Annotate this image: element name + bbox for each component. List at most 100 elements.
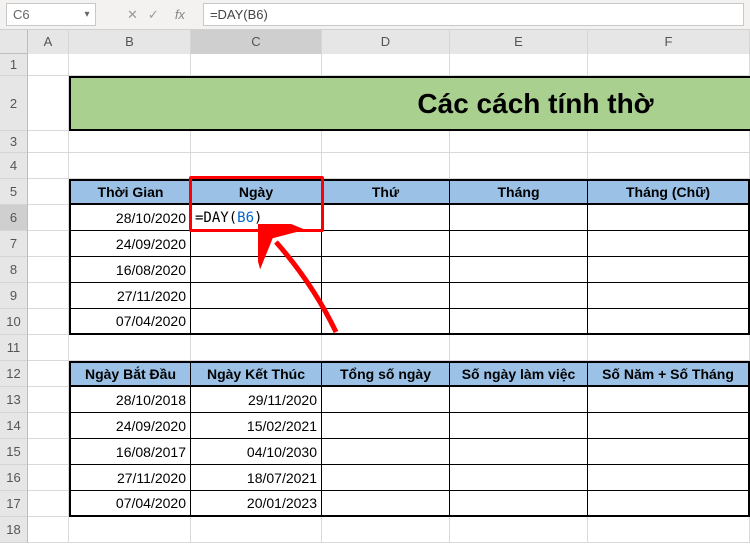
cell[interactable]: [28, 309, 69, 335]
cell[interactable]: [588, 439, 750, 465]
select-all-corner[interactable]: [0, 30, 28, 54]
cell[interactable]: [588, 54, 750, 76]
row-header-11[interactable]: 11: [0, 335, 27, 361]
row-header-18[interactable]: 18: [0, 517, 27, 543]
cell[interactable]: [28, 335, 69, 361]
row-header-10[interactable]: 10: [0, 309, 27, 335]
cell-B6[interactable]: 28/10/2020: [69, 205, 191, 231]
formula-input[interactable]: =DAY(B6): [203, 3, 744, 26]
cell[interactable]: [322, 491, 450, 517]
cell[interactable]: [450, 387, 588, 413]
col-header-E[interactable]: E: [450, 30, 588, 54]
cell[interactable]: [191, 309, 322, 335]
cell[interactable]: [28, 491, 69, 517]
row-header-12[interactable]: 12: [0, 361, 27, 387]
cell[interactable]: [450, 153, 588, 179]
cell-B14[interactable]: 24/09/2020: [69, 413, 191, 439]
cell[interactable]: [191, 153, 322, 179]
cell[interactable]: [69, 153, 191, 179]
col-header-A[interactable]: A: [28, 30, 69, 54]
cell[interactable]: [191, 257, 322, 283]
cell[interactable]: [28, 257, 69, 283]
row-header-9[interactable]: 9: [0, 283, 27, 309]
cell[interactable]: [69, 517, 191, 543]
cell[interactable]: [588, 153, 750, 179]
cell[interactable]: [322, 335, 450, 361]
cell[interactable]: [28, 231, 69, 257]
cell[interactable]: [450, 283, 588, 309]
cell[interactable]: [191, 231, 322, 257]
col-header-B[interactable]: B: [69, 30, 191, 54]
cell-C16[interactable]: 18/07/2021: [191, 465, 322, 491]
cell-B17[interactable]: 07/04/2020: [69, 491, 191, 517]
cell[interactable]: [322, 439, 450, 465]
row-header-6[interactable]: 6: [0, 205, 27, 231]
cell[interactable]: [588, 335, 750, 361]
table1-header-date[interactable]: Thời Gian: [69, 179, 191, 205]
cell[interactable]: [450, 309, 588, 335]
row-header-7[interactable]: 7: [0, 231, 27, 257]
cell[interactable]: [322, 517, 450, 543]
name-box-dropdown-icon[interactable]: ▾: [79, 9, 95, 20]
cell[interactable]: [450, 335, 588, 361]
table2-header-totaldays[interactable]: Tổng số ngày: [322, 361, 450, 387]
cancel-icon[interactable]: ✕: [127, 7, 138, 23]
row-header-13[interactable]: 13: [0, 387, 27, 413]
table1-header-weekday[interactable]: Thứ: [322, 179, 450, 205]
cell-B7[interactable]: 24/09/2020: [69, 231, 191, 257]
cell[interactable]: [588, 413, 750, 439]
cell[interactable]: [450, 491, 588, 517]
row-header-14[interactable]: 14: [0, 413, 27, 439]
cell[interactable]: [450, 257, 588, 283]
cell[interactable]: [588, 283, 750, 309]
worksheet-grid[interactable]: A B C D E F 1 2 3 4 5 6 7 8 9 10 11 12 1…: [0, 30, 750, 559]
cell-B13[interactable]: 28/10/2018: [69, 387, 191, 413]
cell-C15[interactable]: 04/10/2030: [191, 439, 322, 465]
cell[interactable]: [450, 465, 588, 491]
cell[interactable]: [450, 131, 588, 153]
cell[interactable]: [28, 205, 69, 231]
title-banner[interactable]: Các cách tính thờ: [69, 76, 750, 131]
cell[interactable]: [322, 131, 450, 153]
table1-header-month[interactable]: Tháng: [450, 179, 588, 205]
cell[interactable]: [322, 283, 450, 309]
cell[interactable]: [450, 231, 588, 257]
cell[interactable]: [588, 517, 750, 543]
cell[interactable]: [28, 413, 69, 439]
cell[interactable]: [450, 413, 588, 439]
cell[interactable]: [28, 439, 69, 465]
cell[interactable]: [588, 257, 750, 283]
cell-C13[interactable]: 29/11/2020: [191, 387, 322, 413]
cell[interactable]: [191, 517, 322, 543]
cell[interactable]: [322, 309, 450, 335]
cell[interactable]: [450, 205, 588, 231]
cell-C14[interactable]: 15/02/2021: [191, 413, 322, 439]
cell[interactable]: [28, 153, 69, 179]
cell[interactable]: [588, 465, 750, 491]
table1-header-monthtext[interactable]: Tháng (Chữ): [588, 179, 750, 205]
col-header-C[interactable]: C: [191, 30, 322, 54]
row-header-15[interactable]: 15: [0, 439, 27, 465]
fx-icon[interactable]: fx: [175, 7, 185, 22]
cell-B16[interactable]: 27/11/2020: [69, 465, 191, 491]
row-header-16[interactable]: 16: [0, 465, 27, 491]
cell[interactable]: [450, 517, 588, 543]
cell[interactable]: [322, 231, 450, 257]
row-header-5[interactable]: 5: [0, 179, 27, 205]
cell[interactable]: [28, 283, 69, 309]
row-header-3[interactable]: 3: [0, 131, 27, 153]
cell[interactable]: [322, 387, 450, 413]
cell[interactable]: [588, 491, 750, 517]
cell[interactable]: [322, 465, 450, 491]
cell-B8[interactable]: 16/08/2020: [69, 257, 191, 283]
table2-header-workdays[interactable]: Số ngày làm việc: [450, 361, 588, 387]
table2-header-start[interactable]: Ngày Bắt Đầu: [69, 361, 191, 387]
table2-header-end[interactable]: Ngày Kết Thúc: [191, 361, 322, 387]
cell[interactable]: [588, 205, 750, 231]
enter-icon[interactable]: ✓: [148, 7, 159, 23]
cell-B10[interactable]: 07/04/2020: [69, 309, 191, 335]
cell[interactable]: [588, 131, 750, 153]
cell-B15[interactable]: 16/08/2017: [69, 439, 191, 465]
cell-C17[interactable]: 20/01/2023: [191, 491, 322, 517]
cell[interactable]: [322, 205, 450, 231]
